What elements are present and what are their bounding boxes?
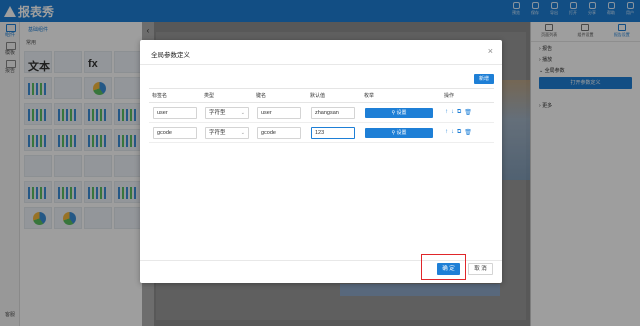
default-input[interactable]: 123 bbox=[311, 126, 355, 139]
enum-settings-button[interactable]: ⚲ 设置 bbox=[365, 127, 433, 138]
chevron-down-icon: ⌄ bbox=[240, 109, 245, 116]
confirm-highlight-box bbox=[421, 254, 466, 280]
add-param-button[interactable]: 新增 bbox=[474, 74, 494, 84]
col-label: 标签名 bbox=[152, 93, 168, 99]
params-table: 标签名 类型 键名 默认值 枚举 操作 user 字符型 ⌄ user zhang… bbox=[149, 88, 494, 143]
col-enum: 枚举 bbox=[364, 93, 375, 99]
type-select[interactable]: 字符型 ⌄ bbox=[205, 126, 249, 139]
col-key: 键名 bbox=[256, 93, 267, 99]
col-default: 默认值 bbox=[310, 93, 326, 99]
chevron-down-icon: ⌄ bbox=[240, 129, 245, 136]
dialog-divider bbox=[140, 64, 502, 65]
delete-icon[interactable]: 🗑 bbox=[464, 109, 472, 116]
global-params-dialog: 全局参数定义 × 新增 标签名 类型 键名 默认值 枚举 操作 user 字符型… bbox=[140, 40, 502, 283]
col-actions: 操作 bbox=[444, 93, 455, 99]
label-input[interactable]: gcode bbox=[153, 126, 197, 139]
copy-icon[interactable]: ⧉ bbox=[457, 109, 461, 116]
move-down-icon[interactable]: ↓ bbox=[451, 129, 454, 136]
key-input[interactable]: gcode bbox=[257, 126, 301, 139]
key-input[interactable]: user bbox=[257, 106, 301, 119]
move-down-icon[interactable]: ↓ bbox=[451, 109, 454, 116]
cancel-button[interactable]: 取 消 bbox=[468, 263, 493, 275]
dialog-title: 全局参数定义 bbox=[151, 52, 190, 59]
label-input[interactable]: user bbox=[153, 106, 197, 119]
type-select[interactable]: 字符型 ⌄ bbox=[205, 106, 249, 119]
delete-icon[interactable]: 🗑 bbox=[464, 129, 472, 136]
enum-settings-button[interactable]: ⚲ 设置 bbox=[365, 107, 433, 118]
close-icon[interactable]: × bbox=[488, 46, 493, 56]
col-type: 类型 bbox=[204, 93, 215, 99]
default-input[interactable]: zhangsan bbox=[311, 106, 355, 119]
move-up-icon[interactable]: ↑ bbox=[445, 109, 448, 116]
copy-icon[interactable]: ⧉ bbox=[457, 129, 461, 136]
table-row: gcode 字符型 ⌄ gcode 123 ⚲ 设置 ↑ ↓ ⧉ 🗑 bbox=[149, 123, 494, 143]
table-row: user 字符型 ⌄ user zhangsan ⚲ 设置 ↑ ↓ ⧉ 🗑 bbox=[149, 103, 494, 123]
table-header: 标签名 类型 键名 默认值 枚举 操作 bbox=[149, 89, 494, 103]
move-up-icon[interactable]: ↑ bbox=[445, 129, 448, 136]
